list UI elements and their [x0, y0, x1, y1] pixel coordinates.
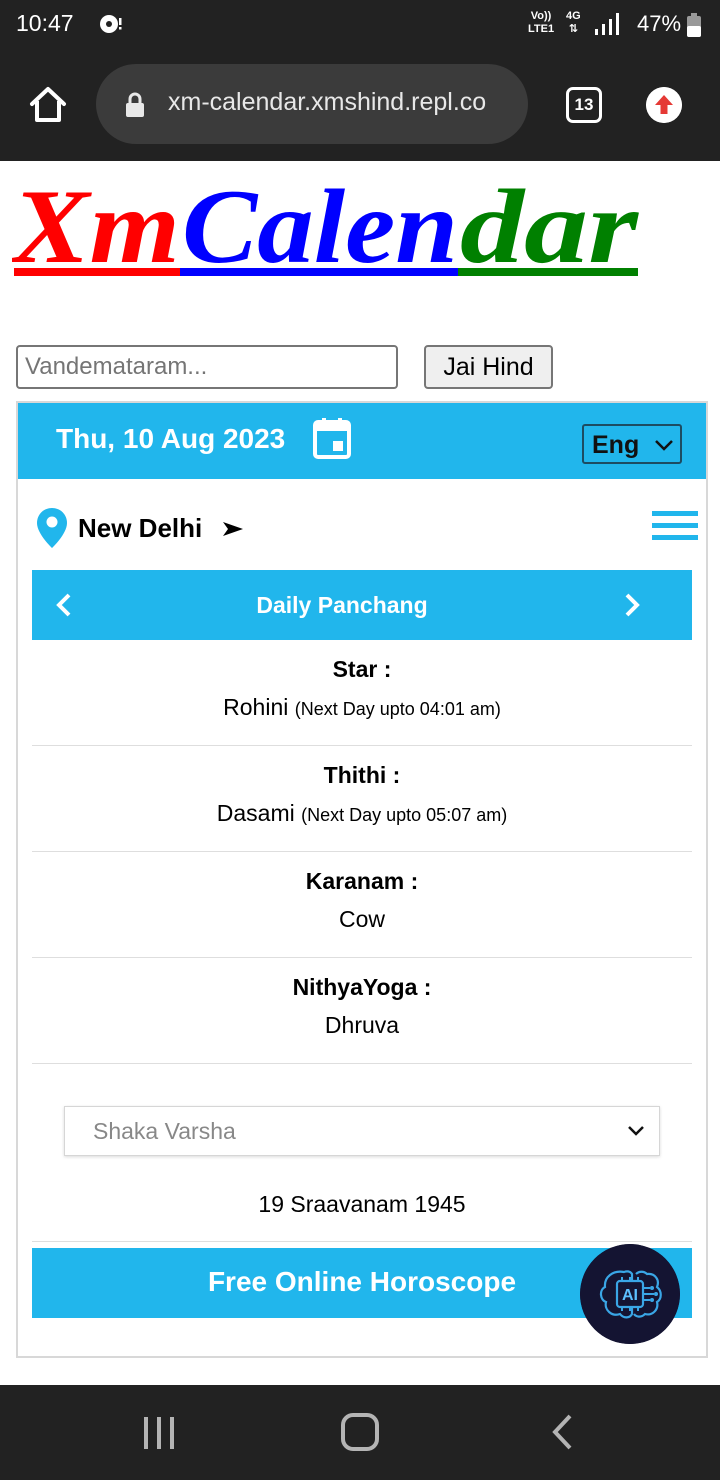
battery-icon: [687, 13, 701, 37]
logo-underline-blue: [180, 268, 458, 276]
network-indicator: Vo)) LTE1: [528, 10, 555, 35]
logo-underline-red: [14, 268, 180, 276]
home-icon[interactable]: [26, 82, 70, 126]
system-nav-bar: [0, 1385, 720, 1480]
panchang-note: (Next Day upto 05:07 am): [301, 805, 508, 825]
panchang-nav-bar: Daily Panchang: [32, 570, 692, 640]
status-time: 10:47: [16, 10, 74, 36]
tab-count: 13: [574, 95, 594, 114]
era-select[interactable]: Shaka Varsha: [64, 1106, 660, 1156]
back-icon[interactable]: [550, 1413, 574, 1451]
address-bar[interactable]: xm-calendar.xmshind.repl.co: [96, 64, 528, 144]
panchang-value: Dhruva: [324, 1012, 400, 1038]
site-logo[interactable]: Xm Calen dar: [12, 172, 642, 282]
lock-icon: [126, 92, 144, 117]
panchang-item-nithyayoga: NithyaYoga : Dhruva: [32, 958, 692, 1064]
current-date[interactable]: Thu, 10 Aug 2023: [56, 423, 285, 455]
location-city[interactable]: New Delhi: [78, 513, 202, 544]
panchang-label: Thithi :: [323, 762, 401, 788]
menu-icon[interactable]: [652, 509, 698, 543]
battery-percent: 47%: [637, 11, 682, 36]
location-row[interactable]: New Delhi: [36, 507, 698, 553]
logo-underline-green: [458, 268, 638, 276]
status-bar: 10:47 Vo)) LTE1 4G ⇅ 47%: [0, 0, 720, 50]
chevron-down-icon: [628, 1126, 644, 1136]
era-date: 19 Sraavanam 1945: [258, 1191, 466, 1217]
panchang-value: Cow: [338, 906, 385, 932]
panchang-label: NithyaYoga :: [292, 974, 432, 1000]
upload-icon[interactable]: [646, 87, 682, 123]
chevron-down-icon: [655, 440, 673, 451]
browser-toolbar: xm-calendar.xmshind.repl.co 13: [0, 50, 720, 161]
panchang-card: Thu, 10 Aug 2023 Eng New Delhi Daily Pan…: [16, 401, 708, 1358]
url-text: xm-calendar.xmshind.repl.co: [168, 88, 487, 116]
system-home-icon[interactable]: [341, 1413, 379, 1451]
language-select[interactable]: Eng: [582, 424, 682, 464]
era-selected: Shaka Varsha: [93, 1118, 236, 1144]
recents-icon[interactable]: [142, 1415, 176, 1451]
panchang-label: Karanam :: [305, 868, 419, 894]
page: 10:47 Vo)) LTE1 4G ⇅ 47% xm-calendar.xms…: [0, 0, 720, 1480]
panchang-note: (Next Day upto 04:01 am): [294, 699, 501, 719]
arrow-right-icon: [223, 522, 243, 536]
panchang-value: Dasami (Next Day upto 05:07 am): [216, 800, 508, 826]
panchang-value: Rohini (Next Day upto 04:01 am): [223, 694, 501, 720]
signal-icon: [595, 13, 619, 35]
logo-part-dar: dar: [460, 172, 640, 282]
panchang-item-thithi: Thithi : Dasami (Next Day upto 05:07 am): [32, 746, 692, 852]
logo-part-calen: Calen: [182, 172, 458, 282]
tabs-button[interactable]: 13: [566, 87, 602, 123]
chevron-right-icon[interactable]: [620, 592, 644, 618]
location-pin-icon: [37, 508, 67, 548]
panchang-item-star: Star : Rohini (Next Day upto 04:01 am): [32, 640, 692, 746]
mobile-data-indicator: 4G ⇅: [566, 10, 581, 35]
language-value: Eng: [592, 431, 640, 459]
panchang-item-karanam: Karanam : Cow: [32, 852, 692, 958]
search-input[interactable]: [16, 345, 398, 389]
panchang-title: Daily Panchang: [256, 592, 428, 618]
calendar-icon[interactable]: [313, 417, 351, 459]
divider: [32, 1241, 692, 1242]
card-header: Thu, 10 Aug 2023 Eng: [18, 403, 706, 479]
disc-icon: [100, 15, 122, 33]
panchang-label: Star :: [332, 656, 392, 682]
logo-part-xm: Xm: [12, 172, 180, 282]
ai-label: AI: [622, 1287, 638, 1304]
ai-chip-icon[interactable]: AI: [580, 1244, 680, 1344]
data-arrows-icon: ⇅: [568, 23, 578, 35]
search-button[interactable]: Jai Hind: [424, 345, 553, 389]
